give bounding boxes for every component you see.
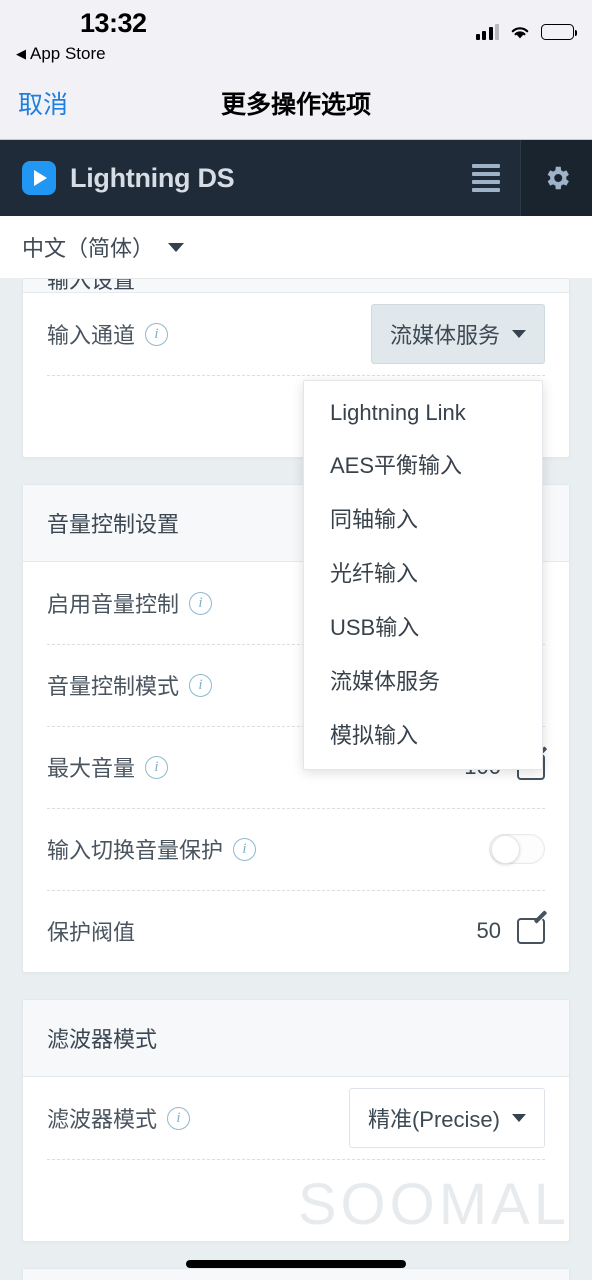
row-filter-extra bbox=[23, 1159, 569, 1241]
chevron-down-icon bbox=[168, 242, 185, 252]
menu-item-optical-input[interactable]: 光纤输入 bbox=[304, 545, 542, 599]
page-title: 更多操作选项 bbox=[220, 90, 371, 119]
gear-icon[interactable] bbox=[520, 140, 592, 216]
section-input-settings-header: 输入设置 bbox=[23, 279, 569, 293]
app-header: Lightning DS bbox=[0, 140, 592, 216]
language-selector[interactable]: 中文（简体） bbox=[0, 216, 592, 278]
info-icon[interactable]: i bbox=[145, 322, 169, 346]
signal-bars-icon bbox=[475, 24, 499, 40]
brand: Lightning DS bbox=[0, 161, 235, 195]
ios-status-bar: 13:32 ◀ App Store bbox=[0, 0, 592, 66]
row-input-switch-volume-protection: 输入切换音量保护 i bbox=[23, 808, 569, 890]
section-buffer-title: 缓冲时间 i bbox=[23, 1269, 569, 1280]
row-label: 输入通道 i bbox=[47, 318, 169, 350]
play-logo-icon bbox=[22, 161, 56, 195]
wifi-icon bbox=[509, 24, 531, 40]
row-input-channel: 输入通道 i 流媒体服务 bbox=[23, 293, 569, 375]
info-icon[interactable]: i bbox=[189, 673, 213, 697]
back-arrow-icon: ◀ bbox=[16, 46, 26, 61]
filter-mode-dropdown[interactable]: 精准(Precise) bbox=[348, 1088, 545, 1148]
language-value: 中文（简体） bbox=[22, 236, 155, 261]
status-time: 13:32 bbox=[80, 8, 147, 38]
input-channel-dropdown[interactable]: 流媒体服务 bbox=[370, 304, 545, 364]
battery-icon bbox=[541, 24, 577, 40]
menu-item-lightning-link[interactable]: Lightning Link bbox=[304, 389, 542, 437]
hamburger-menu-icon[interactable] bbox=[452, 140, 520, 216]
info-icon[interactable]: i bbox=[233, 837, 257, 861]
info-icon[interactable]: i bbox=[145, 755, 169, 779]
section-filter-title: 滤波器模式 bbox=[23, 1000, 569, 1077]
home-indicator bbox=[186, 1260, 406, 1268]
edit-pencil-icon[interactable] bbox=[517, 918, 545, 944]
brand-name: Lightning DS bbox=[70, 162, 235, 193]
section-buffer-time: 缓冲时间 i bbox=[22, 1268, 570, 1280]
chevron-down-icon bbox=[512, 1114, 526, 1122]
row-protection-threshold: 保护阀值 50 bbox=[23, 890, 569, 972]
status-indicators bbox=[475, 24, 577, 40]
menu-item-aes-balanced-input[interactable]: AES平衡输入 bbox=[304, 437, 542, 491]
menu-item-analog-input[interactable]: 模拟输入 bbox=[304, 707, 542, 761]
info-icon[interactable]: i bbox=[167, 1106, 191, 1130]
input-channel-dropdown-menu[interactable]: Lightning Link AES平衡输入 同轴输入 光纤输入 USB输入 流… bbox=[303, 380, 543, 770]
volume-protection-toggle[interactable] bbox=[489, 834, 545, 864]
protection-threshold-value: 50 bbox=[476, 918, 501, 943]
info-icon[interactable]: i bbox=[189, 591, 213, 615]
back-to-app-store-link[interactable]: ◀ App Store bbox=[16, 44, 106, 64]
row-filter-mode: 滤波器模式 i 精准(Precise) bbox=[23, 1077, 569, 1159]
section-filter-mode: 滤波器模式 滤波器模式 i 精准(Precise) bbox=[22, 999, 570, 1242]
menu-item-coaxial-input[interactable]: 同轴输入 bbox=[304, 491, 542, 545]
menu-item-usb-input[interactable]: USB输入 bbox=[304, 599, 542, 653]
back-label: App Store bbox=[30, 44, 106, 63]
menu-item-streaming-service[interactable]: 流媒体服务 bbox=[304, 653, 542, 707]
chevron-down-icon bbox=[512, 330, 526, 338]
navigation-bar: 取消 更多操作选项 bbox=[0, 66, 592, 140]
